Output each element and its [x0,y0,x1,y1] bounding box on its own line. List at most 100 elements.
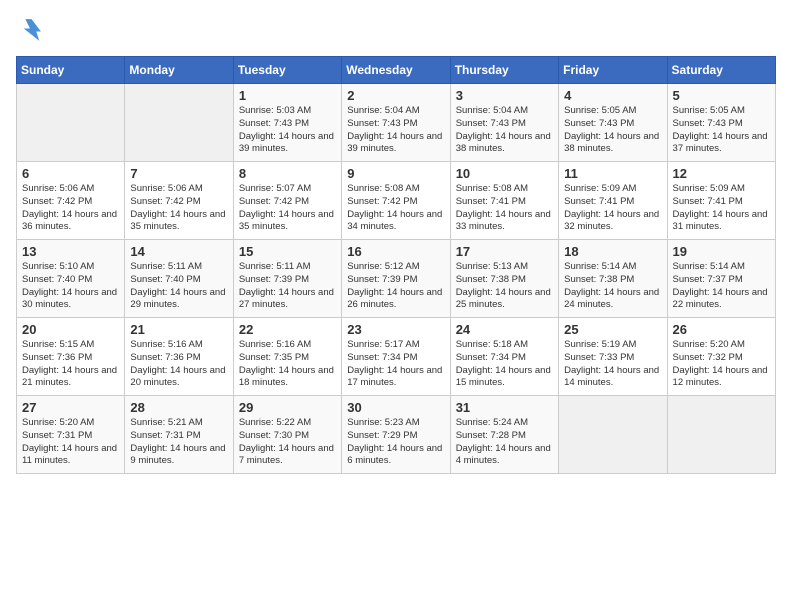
day-info: Sunrise: 5:18 AM Sunset: 7:34 PM Dayligh… [456,339,553,390]
calendar-cell: 21 Sunrise: 5:16 AM Sunset: 7:36 PM Dayli… [125,318,233,396]
calendar-cell [125,84,233,162]
day-info: Sunrise: 5:04 AM Sunset: 7:43 PM Dayligh… [347,105,444,156]
day-info: Sunrise: 5:20 AM Sunset: 7:32 PM Dayligh… [673,339,770,390]
day-info: Sunrise: 5:06 AM Sunset: 7:42 PM Dayligh… [22,183,119,234]
day-info: Sunrise: 5:05 AM Sunset: 7:43 PM Dayligh… [564,105,661,156]
day-info: Sunrise: 5:14 AM Sunset: 7:38 PM Dayligh… [564,261,661,312]
day-number: 17 [456,244,553,259]
day-number: 19 [673,244,770,259]
calendar-cell: 23 Sunrise: 5:17 AM Sunset: 7:34 PM Dayli… [342,318,450,396]
calendar-cell: 18 Sunrise: 5:14 AM Sunset: 7:38 PM Dayli… [559,240,667,318]
day-info: Sunrise: 5:09 AM Sunset: 7:41 PM Dayligh… [673,183,770,234]
week-row-3: 13 Sunrise: 5:10 AM Sunset: 7:40 PM Dayli… [17,240,776,318]
week-row-4: 20 Sunrise: 5:15 AM Sunset: 7:36 PM Dayli… [17,318,776,396]
day-info: Sunrise: 5:04 AM Sunset: 7:43 PM Dayligh… [456,105,553,156]
day-number: 13 [22,244,119,259]
day-info: Sunrise: 5:22 AM Sunset: 7:30 PM Dayligh… [239,417,336,468]
calendar-cell: 16 Sunrise: 5:12 AM Sunset: 7:39 PM Dayli… [342,240,450,318]
day-header-monday: Monday [125,57,233,84]
day-number: 30 [347,400,444,415]
day-number: 31 [456,400,553,415]
calendar-header: SundayMondayTuesdayWednesdayThursdayFrid… [17,57,776,84]
calendar-cell: 4 Sunrise: 5:05 AM Sunset: 7:43 PM Daylig… [559,84,667,162]
calendar-cell: 15 Sunrise: 5:11 AM Sunset: 7:39 PM Dayli… [233,240,341,318]
day-info: Sunrise: 5:11 AM Sunset: 7:40 PM Dayligh… [130,261,227,312]
day-info: Sunrise: 5:07 AM Sunset: 7:42 PM Dayligh… [239,183,336,234]
day-number: 11 [564,166,661,181]
day-info: Sunrise: 5:15 AM Sunset: 7:36 PM Dayligh… [22,339,119,390]
day-number: 26 [673,322,770,337]
day-number: 12 [673,166,770,181]
day-number: 6 [22,166,119,181]
day-header-friday: Friday [559,57,667,84]
calendar-cell: 31 Sunrise: 5:24 AM Sunset: 7:28 PM Dayli… [450,396,558,474]
day-number: 15 [239,244,336,259]
day-info: Sunrise: 5:17 AM Sunset: 7:34 PM Dayligh… [347,339,444,390]
day-info: Sunrise: 5:16 AM Sunset: 7:35 PM Dayligh… [239,339,336,390]
day-number: 23 [347,322,444,337]
day-number: 3 [456,88,553,103]
day-header-tuesday: Tuesday [233,57,341,84]
calendar-cell: 1 Sunrise: 5:03 AM Sunset: 7:43 PM Daylig… [233,84,341,162]
day-header-thursday: Thursday [450,57,558,84]
day-number: 2 [347,88,444,103]
day-number: 29 [239,400,336,415]
day-info: Sunrise: 5:10 AM Sunset: 7:40 PM Dayligh… [22,261,119,312]
week-row-2: 6 Sunrise: 5:06 AM Sunset: 7:42 PM Daylig… [17,162,776,240]
header-row: SundayMondayTuesdayWednesdayThursdayFrid… [17,57,776,84]
page-header [16,16,776,44]
calendar-cell [559,396,667,474]
day-number: 28 [130,400,227,415]
calendar-cell: 2 Sunrise: 5:04 AM Sunset: 7:43 PM Daylig… [342,84,450,162]
day-info: Sunrise: 5:12 AM Sunset: 7:39 PM Dayligh… [347,261,444,312]
day-info: Sunrise: 5:09 AM Sunset: 7:41 PM Dayligh… [564,183,661,234]
day-number: 27 [22,400,119,415]
calendar-cell: 28 Sunrise: 5:21 AM Sunset: 7:31 PM Dayli… [125,396,233,474]
calendar-cell: 29 Sunrise: 5:22 AM Sunset: 7:30 PM Dayli… [233,396,341,474]
calendar-cell: 7 Sunrise: 5:06 AM Sunset: 7:42 PM Daylig… [125,162,233,240]
day-number: 1 [239,88,336,103]
calendar-cell: 5 Sunrise: 5:05 AM Sunset: 7:43 PM Daylig… [667,84,775,162]
day-info: Sunrise: 5:11 AM Sunset: 7:39 PM Dayligh… [239,261,336,312]
calendar-cell: 13 Sunrise: 5:10 AM Sunset: 7:40 PM Dayli… [17,240,125,318]
day-info: Sunrise: 5:08 AM Sunset: 7:42 PM Dayligh… [347,183,444,234]
day-info: Sunrise: 5:21 AM Sunset: 7:31 PM Dayligh… [130,417,227,468]
calendar-cell: 12 Sunrise: 5:09 AM Sunset: 7:41 PM Dayli… [667,162,775,240]
logo-icon [16,16,44,44]
calendar-cell: 27Sunrise: 5:20 AM Sunset: 7:31 PM Dayli… [17,396,125,474]
day-info: Sunrise: 5:16 AM Sunset: 7:36 PM Dayligh… [130,339,227,390]
calendar-cell: 9 Sunrise: 5:08 AM Sunset: 7:42 PM Daylig… [342,162,450,240]
day-number: 18 [564,244,661,259]
day-number: 22 [239,322,336,337]
logo [16,16,48,44]
calendar-cell: 14Sunrise: 5:11 AM Sunset: 7:40 PM Dayli… [125,240,233,318]
day-number: 4 [564,88,661,103]
day-info: Sunrise: 5:06 AM Sunset: 7:42 PM Dayligh… [130,183,227,234]
day-number: 16 [347,244,444,259]
calendar-cell: 30Sunrise: 5:23 AM Sunset: 7:29 PM Dayli… [342,396,450,474]
day-number: 7 [130,166,227,181]
day-info: Sunrise: 5:05 AM Sunset: 7:43 PM Dayligh… [673,105,770,156]
day-number: 5 [673,88,770,103]
calendar-cell: 25Sunrise: 5:19 AM Sunset: 7:33 PM Dayli… [559,318,667,396]
day-info: Sunrise: 5:03 AM Sunset: 7:43 PM Dayligh… [239,105,336,156]
calendar-cell: 19Sunrise: 5:14 AM Sunset: 7:37 PM Dayli… [667,240,775,318]
day-info: Sunrise: 5:13 AM Sunset: 7:38 PM Dayligh… [456,261,553,312]
day-header-wednesday: Wednesday [342,57,450,84]
day-number: 25 [564,322,661,337]
calendar-cell [17,84,125,162]
day-number: 8 [239,166,336,181]
calendar-cell: 10Sunrise: 5:08 AM Sunset: 7:41 PM Dayli… [450,162,558,240]
calendar-table: SundayMondayTuesdayWednesdayThursdayFrid… [16,56,776,474]
calendar-body: 1 Sunrise: 5:03 AM Sunset: 7:43 PM Daylig… [17,84,776,474]
day-number: 20 [22,322,119,337]
calendar-cell: 24Sunrise: 5:18 AM Sunset: 7:34 PM Dayli… [450,318,558,396]
day-info: Sunrise: 5:24 AM Sunset: 7:28 PM Dayligh… [456,417,553,468]
calendar-cell: 22 Sunrise: 5:16 AM Sunset: 7:35 PM Dayli… [233,318,341,396]
day-info: Sunrise: 5:08 AM Sunset: 7:41 PM Dayligh… [456,183,553,234]
calendar-cell: 20 Sunrise: 5:15 AM Sunset: 7:36 PM Dayli… [17,318,125,396]
day-number: 9 [347,166,444,181]
week-row-5: 27Sunrise: 5:20 AM Sunset: 7:31 PM Dayli… [17,396,776,474]
day-number: 21 [130,322,227,337]
calendar-cell: 26 Sunrise: 5:20 AM Sunset: 7:32 PM Dayli… [667,318,775,396]
